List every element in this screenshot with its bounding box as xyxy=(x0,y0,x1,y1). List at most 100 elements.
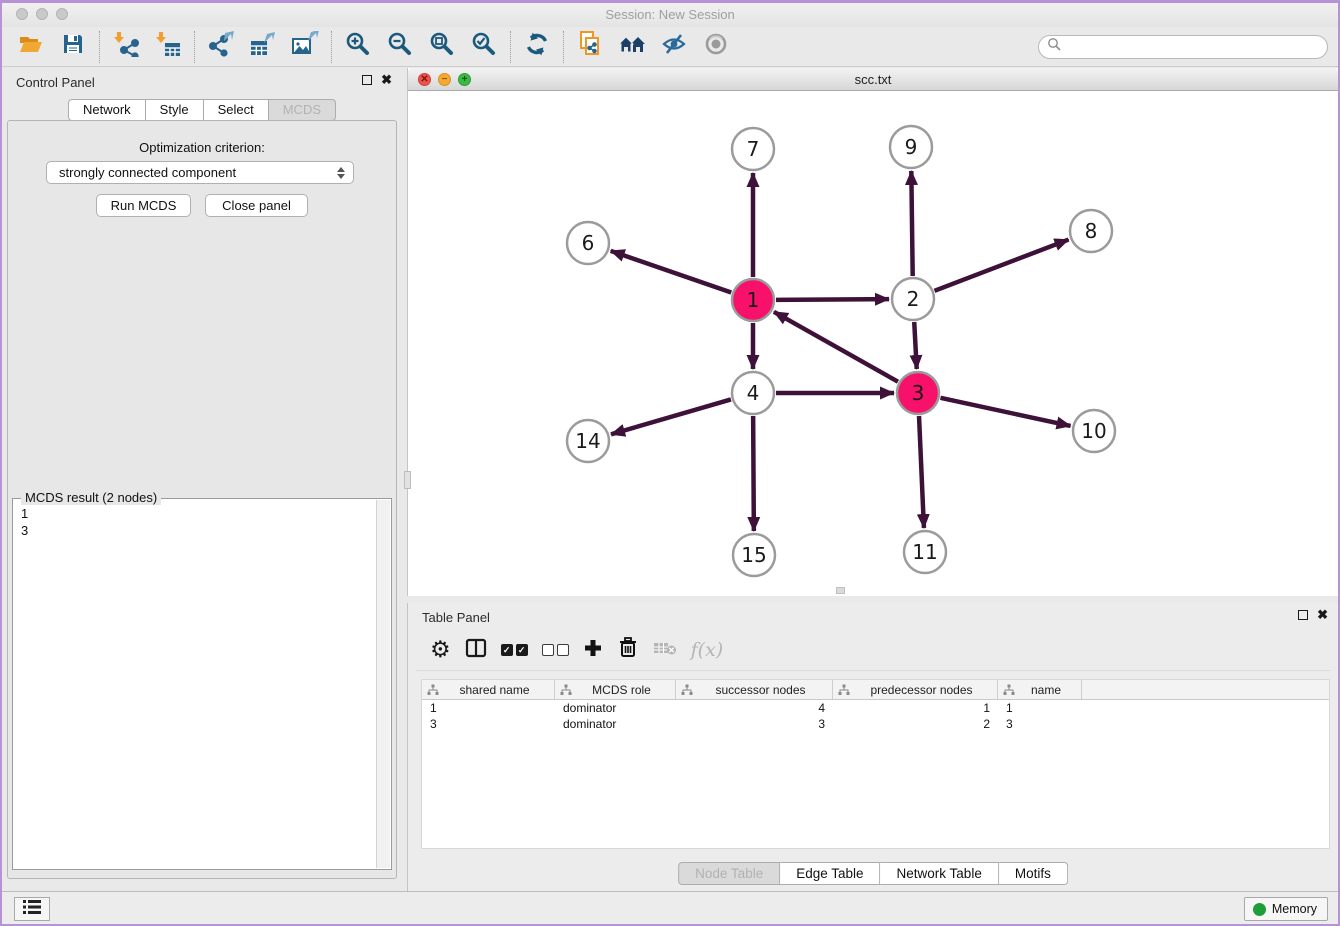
network-canvas[interactable]: 7968124314101511 xyxy=(408,91,1338,596)
import-table-button[interactable] xyxy=(147,30,189,64)
tab-style[interactable]: Style xyxy=(146,99,204,121)
application-window: Session: New Session xyxy=(0,0,1340,926)
tab-edge-table[interactable]: Edge Table xyxy=(780,862,880,885)
control-panel-tabs: NetworkStyleSelectMCDS xyxy=(68,99,336,121)
tab-mcds[interactable]: MCDS xyxy=(269,99,336,121)
column-header-predecessor-nodes[interactable]: predecessor nodes xyxy=(833,680,998,699)
table-cell[interactable]: 4 xyxy=(676,700,833,716)
trash-icon xyxy=(617,636,639,664)
optimization-criterion-dropdown[interactable]: strongly connected component xyxy=(46,161,354,184)
zoom-in-button[interactable] xyxy=(337,30,379,64)
tab-select[interactable]: Select xyxy=(204,99,269,121)
table-cell[interactable]: dominator xyxy=(555,716,676,732)
checked-boxes-icon: ✓✓ xyxy=(501,644,528,656)
split-columns-button[interactable] xyxy=(465,635,487,665)
close-panel-icon[interactable]: ✖ xyxy=(1317,610,1328,620)
hide-details-button[interactable] xyxy=(653,30,695,64)
network-graph[interactable]: 7968124314101511 xyxy=(408,91,1340,596)
table-cell[interactable]: 3 xyxy=(998,716,1082,732)
save-session-button[interactable] xyxy=(52,30,94,64)
close-panel-button[interactable]: Close panel xyxy=(205,194,308,217)
graph-node-label-14: 14 xyxy=(575,429,600,453)
edge-2-9[interactable] xyxy=(911,171,912,276)
panel-list-button[interactable] xyxy=(14,897,50,921)
run-mcds-button[interactable]: Run MCDS xyxy=(96,194,191,217)
window-titlebar: Session: New Session xyxy=(2,3,1338,27)
mcds-result-list[interactable]: 13 xyxy=(13,503,375,869)
table-panel: Table Panel ✖ ⚙ ✓✓ xyxy=(407,603,1338,891)
close-panel-icon[interactable]: ✖ xyxy=(381,75,392,85)
panel-divider-grip[interactable] xyxy=(404,471,411,489)
table-settings-button[interactable]: ⚙ xyxy=(430,635,451,665)
open-session-button[interactable] xyxy=(10,30,52,64)
edge-4-14[interactable] xyxy=(611,399,731,434)
zoom-fit-button[interactable] xyxy=(421,30,463,64)
duplicate-network-icon xyxy=(577,30,603,63)
node-table[interactable]: shared nameMCDS rolesuccessor nodesprede… xyxy=(421,679,1330,849)
home-networks-button[interactable] xyxy=(611,30,653,64)
optimization-criterion-label: Optimization criterion: xyxy=(2,140,402,155)
refresh-layout-button[interactable] xyxy=(516,30,558,64)
save-icon xyxy=(61,32,85,61)
float-panel-icon[interactable] xyxy=(362,75,372,85)
search-box[interactable] xyxy=(1038,35,1328,59)
tab-network[interactable]: Network xyxy=(68,99,146,121)
edge-1-2[interactable] xyxy=(776,299,889,300)
export-image-button[interactable] xyxy=(284,30,326,64)
control-panel-title: Control Panel xyxy=(16,75,95,90)
tab-motifs[interactable]: Motifs xyxy=(999,862,1068,885)
show-details-button[interactable] xyxy=(695,30,737,64)
zoom-selected-icon xyxy=(471,31,497,62)
result-scrollbar[interactable] xyxy=(376,500,390,868)
zoom-out-button[interactable] xyxy=(379,30,421,64)
edge-2-8[interactable] xyxy=(934,240,1068,291)
edge-3-10[interactable] xyxy=(940,398,1070,426)
table-row[interactable]: 3dominator323 xyxy=(422,716,1329,732)
table-cell[interactable]: 1 xyxy=(998,700,1082,716)
table-panel-tabs: Node TableEdge TableNetwork TableMotifs xyxy=(678,862,1068,885)
edge-1-6[interactable] xyxy=(611,251,732,293)
canvas-scroll-grip[interactable] xyxy=(836,587,845,594)
dropdown-value: strongly connected component xyxy=(59,165,236,180)
table-cell[interactable]: 2 xyxy=(833,716,998,732)
memory-label: Memory xyxy=(1272,902,1317,916)
edge-3-1[interactable] xyxy=(774,312,898,382)
eye-slash-icon xyxy=(661,31,687,62)
graph-node-label-15: 15 xyxy=(741,543,766,567)
edge-4-15[interactable] xyxy=(753,416,754,531)
tab-node-table[interactable]: Node Table xyxy=(678,862,780,885)
column-header-shared-name[interactable]: shared name xyxy=(422,680,555,699)
tab-network-table[interactable]: Network Table xyxy=(881,862,999,885)
zoom-selected-button[interactable] xyxy=(463,30,505,64)
table-cell[interactable]: 3 xyxy=(422,716,555,732)
delete-columns-button[interactable] xyxy=(617,635,639,665)
table-cell[interactable]: 1 xyxy=(833,700,998,716)
column-header-successor-nodes[interactable]: successor nodes xyxy=(676,680,833,699)
control-panel-titlebar: Control Panel ✖ xyxy=(2,68,402,96)
column-header-name[interactable]: name xyxy=(998,680,1082,699)
export-network-button[interactable] xyxy=(200,30,242,64)
column-header-MCDS-role[interactable]: MCDS role xyxy=(555,680,676,699)
table-cell[interactable]: 3 xyxy=(676,716,833,732)
float-panel-icon[interactable] xyxy=(1298,610,1308,620)
unchecked-boxes-icon xyxy=(542,644,569,656)
memory-button[interactable]: Memory xyxy=(1244,897,1328,921)
zoom-in-icon xyxy=(345,31,371,62)
export-table-button[interactable] xyxy=(242,30,284,64)
homes-icon xyxy=(617,32,647,61)
import-network-button[interactable] xyxy=(105,30,147,64)
edge-2-3[interactable] xyxy=(914,322,917,369)
edge-3-11[interactable] xyxy=(919,416,924,528)
control-panel: Control Panel ✖ NetworkStyleSelectMCDS O… xyxy=(2,68,402,891)
network-view-titlebar[interactable]: ✕ − + scc.txt xyxy=(408,68,1338,91)
search-input[interactable] xyxy=(1062,38,1327,56)
eye-icon xyxy=(703,31,729,62)
table-cell[interactable]: 1 xyxy=(422,700,555,716)
add-column-button[interactable] xyxy=(583,635,603,665)
table-cell[interactable]: dominator xyxy=(555,700,676,716)
deselect-all-button[interactable] xyxy=(542,635,569,665)
table-row[interactable]: 1dominator411 xyxy=(422,700,1329,716)
select-all-button[interactable]: ✓✓ xyxy=(501,635,528,665)
duplicate-network-button[interactable] xyxy=(569,30,611,64)
fx-icon: f(x) xyxy=(691,639,724,661)
